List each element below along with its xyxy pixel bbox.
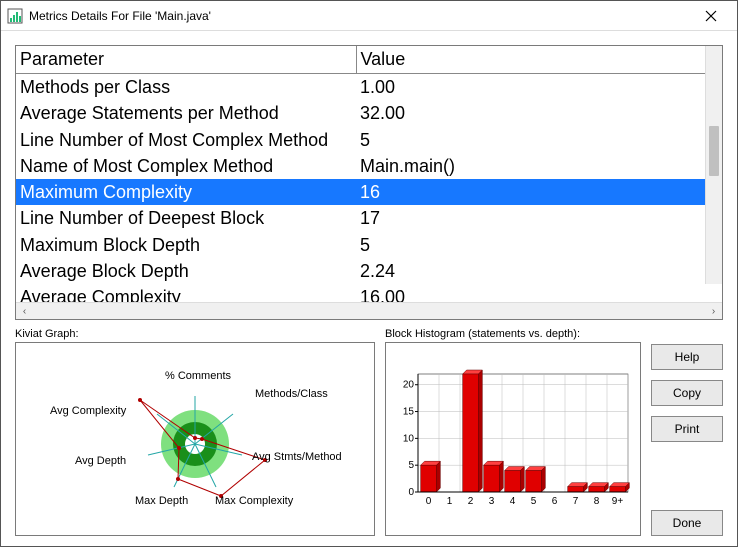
svg-text:20: 20 [403,380,415,391]
svg-text:6: 6 [552,496,558,507]
titlebar: Metrics Details For File 'Main.java' [1,1,737,31]
cell-parameter: Line Number of Most Complex Method [16,127,356,153]
copy-button[interactable]: Copy [651,380,723,406]
cell-parameter: Average Complexity [16,284,356,302]
cell-parameter: Average Statements per Method [16,100,356,126]
kiviat-axis-methods: Methods/Class [255,388,328,400]
table-row[interactable]: Average Block Depth2.24 [16,258,722,284]
bottom-row: Kiviat Graph: [15,328,723,536]
cell-parameter: Methods per Class [16,74,356,101]
help-button[interactable]: Help [651,344,723,370]
cell-parameter: Maximum Block Depth [16,232,356,258]
kiviat-axis-avgdepth: Avg Depth [75,455,126,467]
app-icon [7,8,23,24]
button-column: Help Copy Print Done [651,328,723,536]
histogram-chart: 0 5 10 15 20 0 1 2 3 4 5 6 7 8 9+ [385,342,641,536]
cell-value: 17 [356,205,722,231]
window-title: Metrics Details For File 'Main.java' [29,9,691,23]
cell-value: 16.00 [356,284,722,302]
table-row[interactable]: Name of Most Complex MethodMain.main() [16,153,722,179]
kiviat-axis-maxdepth: Max Depth [135,495,188,507]
cell-parameter: Line Number of Deepest Block [16,205,356,231]
done-button[interactable]: Done [651,510,723,536]
table-row[interactable]: Average Complexity16.00 [16,284,722,302]
print-button[interactable]: Print [651,416,723,442]
cell-value: 1.00 [356,74,722,101]
cell-value: 2.24 [356,258,722,284]
vertical-scrollbar[interactable] [705,46,722,284]
svg-text:2: 2 [468,496,474,507]
cell-value: 16 [356,179,722,205]
svg-text:10: 10 [403,433,415,444]
col-header-value[interactable]: Value [356,46,722,74]
metrics-table-container: Parameter Value Methods per Class1.00Ave… [15,45,723,320]
svg-text:7: 7 [573,496,579,507]
cell-value: 5 [356,232,722,258]
svg-text:1: 1 [447,496,453,507]
cell-value: 32.00 [356,100,722,126]
metrics-table-scroll[interactable]: Parameter Value Methods per Class1.00Ave… [16,46,722,302]
svg-text:0: 0 [408,487,414,498]
svg-text:3: 3 [489,496,495,507]
svg-text:8: 8 [594,496,600,507]
table-row[interactable]: Line Number of Most Complex Method5 [16,127,722,153]
kiviat-label: Kiviat Graph: [15,328,375,340]
histogram-label: Block Histogram (statements vs. depth): [385,328,641,340]
kiviat-graph: % Comments Methods/Class Avg Stmts/Metho… [15,342,375,536]
cell-value: Main.main() [356,153,722,179]
svg-text:5: 5 [531,496,537,507]
svg-text:5: 5 [408,460,414,471]
cell-parameter: Average Block Depth [16,258,356,284]
histogram-panel: Block Histogram (statements vs. depth): … [385,328,641,536]
table-row[interactable]: Average Statements per Method32.00 [16,100,722,126]
horizontal-scrollbar[interactable]: ‹ › [16,302,722,319]
vertical-scrollbar-thumb[interactable] [709,126,719,176]
kiviat-axis-maxcomplex: Max Complexity [215,495,294,507]
cell-parameter: Maximum Complexity [16,179,356,205]
scroll-left-icon[interactable]: ‹ [16,303,33,319]
kiviat-axis-comments: % Comments [165,370,232,382]
close-icon[interactable] [691,2,731,30]
col-header-parameter[interactable]: Parameter [16,46,356,74]
table-row[interactable]: Maximum Block Depth5 [16,232,722,258]
metrics-table: Parameter Value Methods per Class1.00Ave… [16,46,722,302]
cell-parameter: Name of Most Complex Method [16,153,356,179]
svg-text:9+: 9+ [612,496,624,507]
metrics-dialog: Metrics Details For File 'Main.java' Par… [0,0,738,547]
cell-value: 5 [356,127,722,153]
table-row[interactable]: Methods per Class1.00 [16,74,722,101]
kiviat-axis-avgcomplex: Avg Complexity [50,405,127,417]
content-area: Parameter Value Methods per Class1.00Ave… [1,31,737,546]
kiviat-panel: Kiviat Graph: [15,328,375,536]
svg-text:4: 4 [510,496,516,507]
table-row[interactable]: Maximum Complexity16 [16,179,722,205]
svg-text:0: 0 [426,496,432,507]
scroll-right-icon[interactable]: › [705,303,722,319]
svg-text:15: 15 [403,407,415,418]
table-row[interactable]: Line Number of Deepest Block17 [16,205,722,231]
kiviat-axis-avgstmts: Avg Stmts/Method [252,451,342,463]
